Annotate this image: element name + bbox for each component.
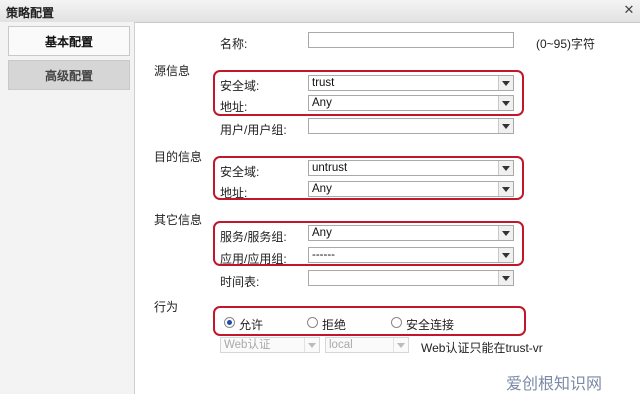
app-value: ------ xyxy=(312,249,335,261)
action-heading: 行为 xyxy=(154,300,179,314)
nav-basic-config[interactable]: 基本配置 xyxy=(8,26,130,56)
name-label: 名称: xyxy=(220,37,248,51)
webauth-server-select: local xyxy=(325,337,409,353)
source-user-label: 用户/用户组: xyxy=(220,123,287,137)
allow-label: 允许 xyxy=(239,318,264,332)
dest-addr-value: Any xyxy=(312,183,332,195)
webauth-select: Web认证 xyxy=(220,337,320,353)
secure-label: 安全连接 xyxy=(406,318,455,332)
source-zone-label: 安全域: xyxy=(220,79,260,93)
chevron-down-icon xyxy=(498,271,513,285)
service-select[interactable]: Any xyxy=(308,225,514,241)
chevron-down-icon xyxy=(498,76,513,90)
window-title: 策略配置 xyxy=(6,6,55,20)
source-addr-value: Any xyxy=(312,97,332,109)
webauth-value: Web认证 xyxy=(224,339,271,351)
source-user-select[interactable] xyxy=(308,118,514,134)
name-hint: (0~95)字符 xyxy=(536,37,596,51)
sidebar: 基本配置 高级配置 xyxy=(0,22,135,394)
chevron-down-icon xyxy=(498,119,513,133)
other-heading: 其它信息 xyxy=(154,213,203,227)
source-zone-select[interactable]: trust xyxy=(308,75,514,91)
service-value: Any xyxy=(312,227,332,239)
webauth-server-value: local xyxy=(329,339,353,351)
title-bar: 策略配置 ✕ xyxy=(0,0,640,23)
service-label: 服务/服务组: xyxy=(220,230,287,244)
source-zone-value: trust xyxy=(312,77,335,89)
webauth-note: Web认证只能在trust-vr xyxy=(421,341,543,355)
dest-zone-label: 安全域: xyxy=(220,165,260,179)
source-addr-select[interactable]: Any xyxy=(308,95,514,111)
chevron-down-icon xyxy=(498,161,513,175)
close-icon[interactable]: ✕ xyxy=(622,3,636,17)
time-select[interactable] xyxy=(308,270,514,286)
chevron-down-icon xyxy=(498,96,513,110)
chevron-down-icon xyxy=(393,338,408,352)
radio-deny[interactable] xyxy=(307,317,318,328)
chevron-down-icon xyxy=(498,226,513,240)
radio-allow[interactable] xyxy=(224,317,235,328)
chevron-down-icon xyxy=(304,338,319,352)
app-select[interactable]: ------ xyxy=(308,247,514,263)
name-input[interactable] xyxy=(308,32,514,48)
dest-zone-select[interactable]: untrust xyxy=(308,160,514,176)
chevron-down-icon xyxy=(498,182,513,196)
chevron-down-icon xyxy=(498,248,513,262)
nav-advanced-config[interactable]: 高级配置 xyxy=(8,60,130,90)
dest-addr-label: 地址: xyxy=(220,186,248,200)
radio-secure-connection[interactable] xyxy=(391,317,402,328)
dest-heading: 目的信息 xyxy=(154,150,203,164)
source-heading: 源信息 xyxy=(154,64,191,78)
dest-addr-select[interactable]: Any xyxy=(308,181,514,197)
source-addr-label: 地址: xyxy=(220,100,248,114)
watermark: 爱创根知识网 xyxy=(506,376,603,393)
deny-label: 拒绝 xyxy=(322,318,347,332)
time-label: 时间表: xyxy=(220,275,260,289)
dest-zone-value: untrust xyxy=(312,162,348,174)
app-label: 应用/应用组: xyxy=(220,252,287,266)
